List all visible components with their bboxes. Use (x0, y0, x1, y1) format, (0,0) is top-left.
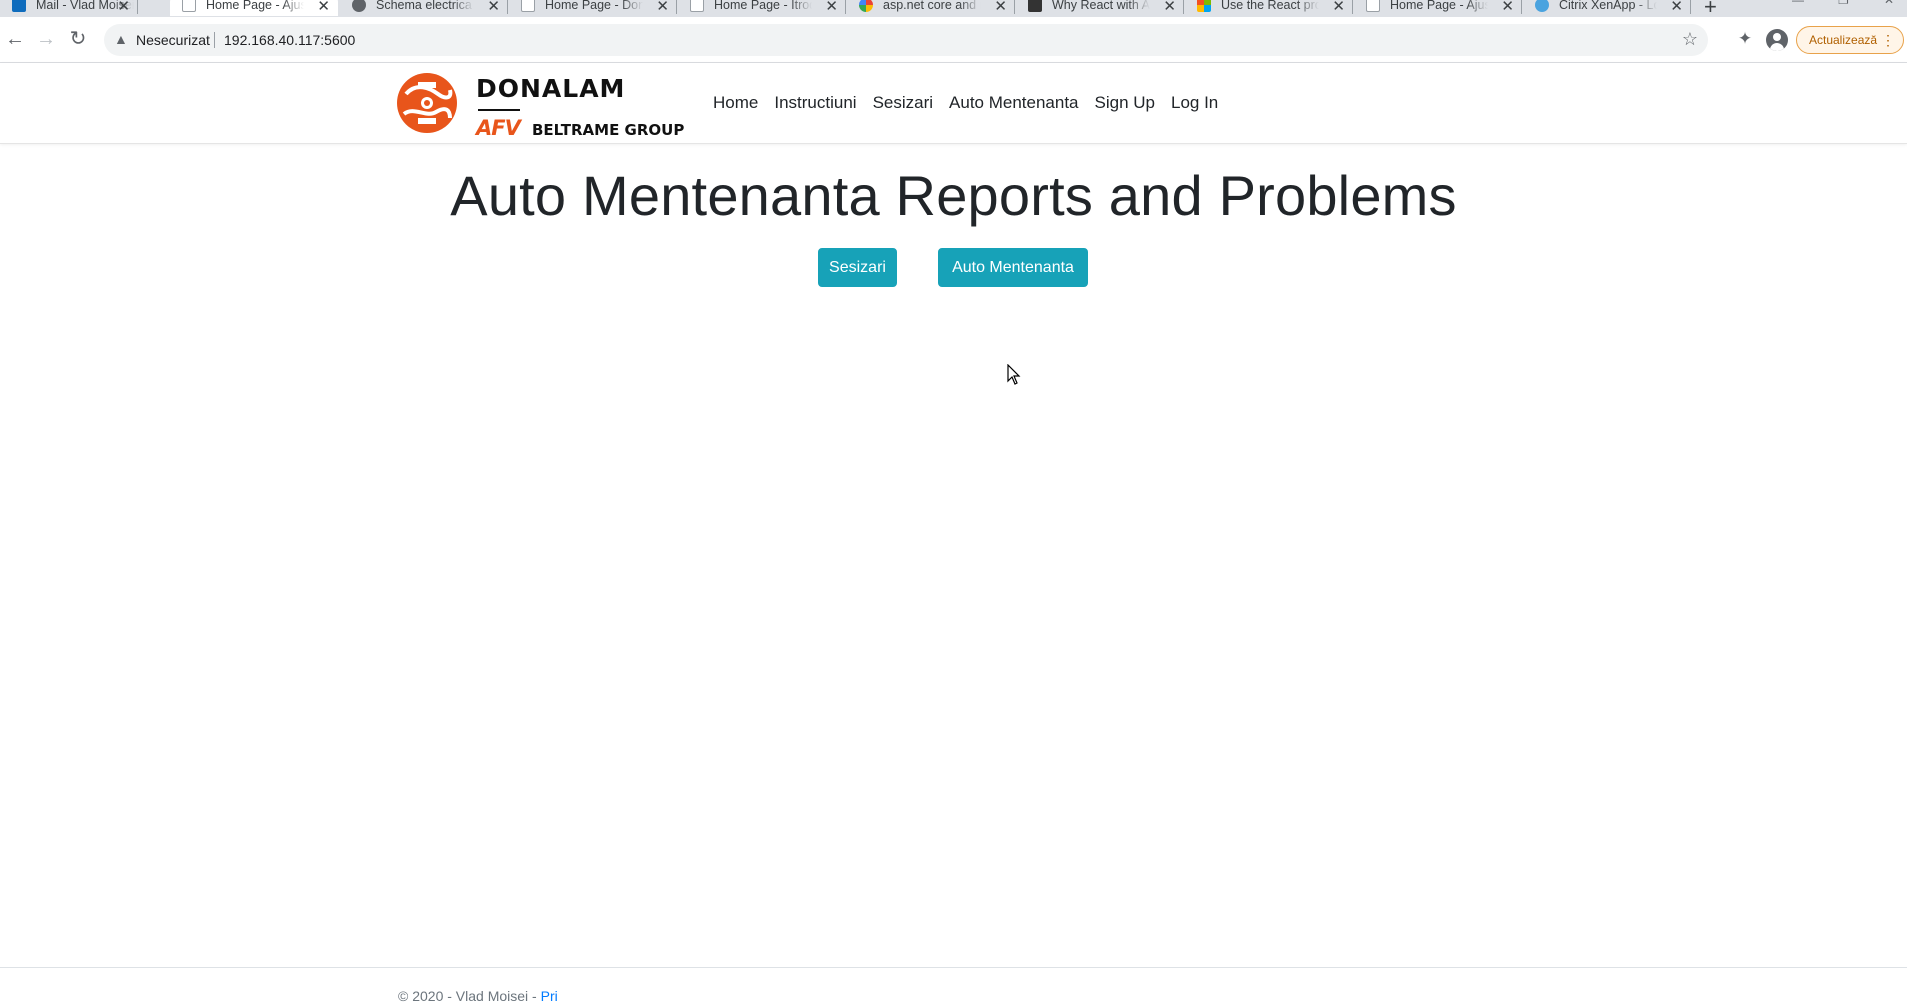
page-icon (521, 0, 535, 12)
brand-group: BELTRAME GROUP (532, 121, 685, 139)
warning-icon[interactable]: ▲ (114, 31, 128, 47)
update-browser-button[interactable]: Actualizează ⋮ (1796, 26, 1904, 54)
browser-tab[interactable]: Home Page - Don_ ✕ (509, 0, 677, 16)
browser-tab[interactable]: Mail - Vlad Moisei - ✕ (0, 0, 138, 16)
microsoft-icon (1197, 0, 1211, 12)
browser-tab[interactable]: Home Page - Itrodu ✕ (678, 0, 846, 16)
close-tab-icon[interactable]: ✕ (487, 0, 500, 15)
close-window-icon[interactable]: ✕ (1884, 0, 1894, 7)
afv-logo-text: AFV (476, 116, 521, 140)
page-title: Auto Mentenanta Reports and Problems (450, 164, 1457, 227)
close-tab-icon[interactable]: ✕ (1501, 0, 1514, 15)
nav-instructiuni[interactable]: Instructiuni (774, 93, 856, 113)
menu-dots-icon[interactable]: ⋮ (1881, 27, 1895, 53)
extensions-puzzle-icon[interactable]: ✦ (1734, 28, 1756, 50)
profile-avatar-icon[interactable] (1766, 29, 1788, 51)
close-tab-icon[interactable]: ✕ (1670, 0, 1683, 15)
outlook-icon (12, 0, 26, 12)
nav-sign-up[interactable]: Sign Up (1095, 93, 1155, 113)
security-label[interactable]: Nesecurizat (136, 32, 210, 48)
browser-tab[interactable]: Use the React proje ✕ (1185, 0, 1353, 16)
nav-sesizari[interactable]: Sesizari (873, 93, 933, 113)
close-tab-icon[interactable]: ✕ (117, 0, 130, 15)
browser-tab[interactable]: asp.net core and re ✕ (847, 0, 1015, 16)
footer-privacy-link[interactable]: Pri (541, 988, 558, 1004)
nav-home[interactable]: Home (713, 93, 758, 113)
address-bar[interactable]: ▲ Nesecurizat 192.168.40.117:5600 ☆ (104, 24, 1708, 56)
close-tab-icon[interactable]: ✕ (656, 0, 669, 15)
brand-name: DONALAM (476, 74, 626, 103)
close-tab-icon[interactable]: ✕ (1332, 0, 1345, 15)
donalam-logo-icon (397, 73, 457, 133)
browser-toolbar: ← → ↻ ▲ Nesecurizat 192.168.40.117:5600 … (0, 17, 1907, 63)
site-footer: © 2020 - Vlad Moisei - Pri (0, 967, 1907, 1004)
ck-icon (1028, 0, 1042, 12)
browser-tab-active[interactable]: Home Page - Ajust ✕ (170, 0, 338, 16)
auto-mentenanta-button[interactable]: Auto Mentenanta (938, 248, 1088, 287)
new-tab-icon[interactable]: + (1704, 0, 1717, 17)
close-tab-icon[interactable]: ✕ (994, 0, 1007, 15)
reload-icon[interactable]: ↻ (66, 27, 90, 51)
browser-tab[interactable]: Why React with ASP ✕ (1016, 0, 1184, 16)
site-navbar: DONALAM AFV BELTRAME GROUP Home Instruct… (0, 63, 1907, 144)
nav-log-in[interactable]: Log In (1171, 93, 1218, 113)
restore-icon[interactable]: ❐ (1838, 0, 1849, 7)
close-tab-icon[interactable]: ✕ (317, 0, 330, 15)
bookmark-star-icon[interactable]: ☆ (1682, 29, 1698, 50)
mouse-cursor-icon (1007, 364, 1021, 385)
nav-auto-mentenanta[interactable]: Auto Mentenanta (949, 93, 1078, 113)
browser-tab-strip: Mail - Vlad Moisei - ✕ Home Page - Ajust… (0, 0, 1907, 17)
page-icon (1366, 0, 1380, 12)
sesizari-button[interactable]: Sesizari (818, 248, 897, 287)
minimize-icon[interactable]: — (1792, 0, 1804, 7)
browser-tab[interactable]: Citrix XenApp - Log ✕ (1523, 0, 1691, 16)
page-icon (182, 0, 196, 12)
main-menu: Home Instructiuni Sesizari Auto Mentenan… (713, 93, 1234, 113)
url-text[interactable]: 192.168.40.117:5600 (224, 32, 355, 48)
citrix-icon (1535, 0, 1549, 12)
forward-icon[interactable]: → (34, 27, 58, 51)
close-tab-icon[interactable]: ✕ (1163, 0, 1176, 15)
footer-text: © 2020 - Vlad Moisei - Pri (398, 988, 558, 1004)
google-icon (859, 0, 873, 12)
close-tab-icon[interactable]: ✕ (825, 0, 838, 15)
browser-tab[interactable]: Schema electrica - F ✕ (340, 0, 508, 16)
browser-tab[interactable]: Home Page - Ajust ✕ (1354, 0, 1522, 16)
page-icon (690, 0, 704, 12)
back-icon[interactable]: ← (3, 27, 27, 51)
brand-logo[interactable]: DONALAM AFV BELTRAME GROUP (396, 72, 692, 140)
globe-icon (352, 0, 366, 12)
